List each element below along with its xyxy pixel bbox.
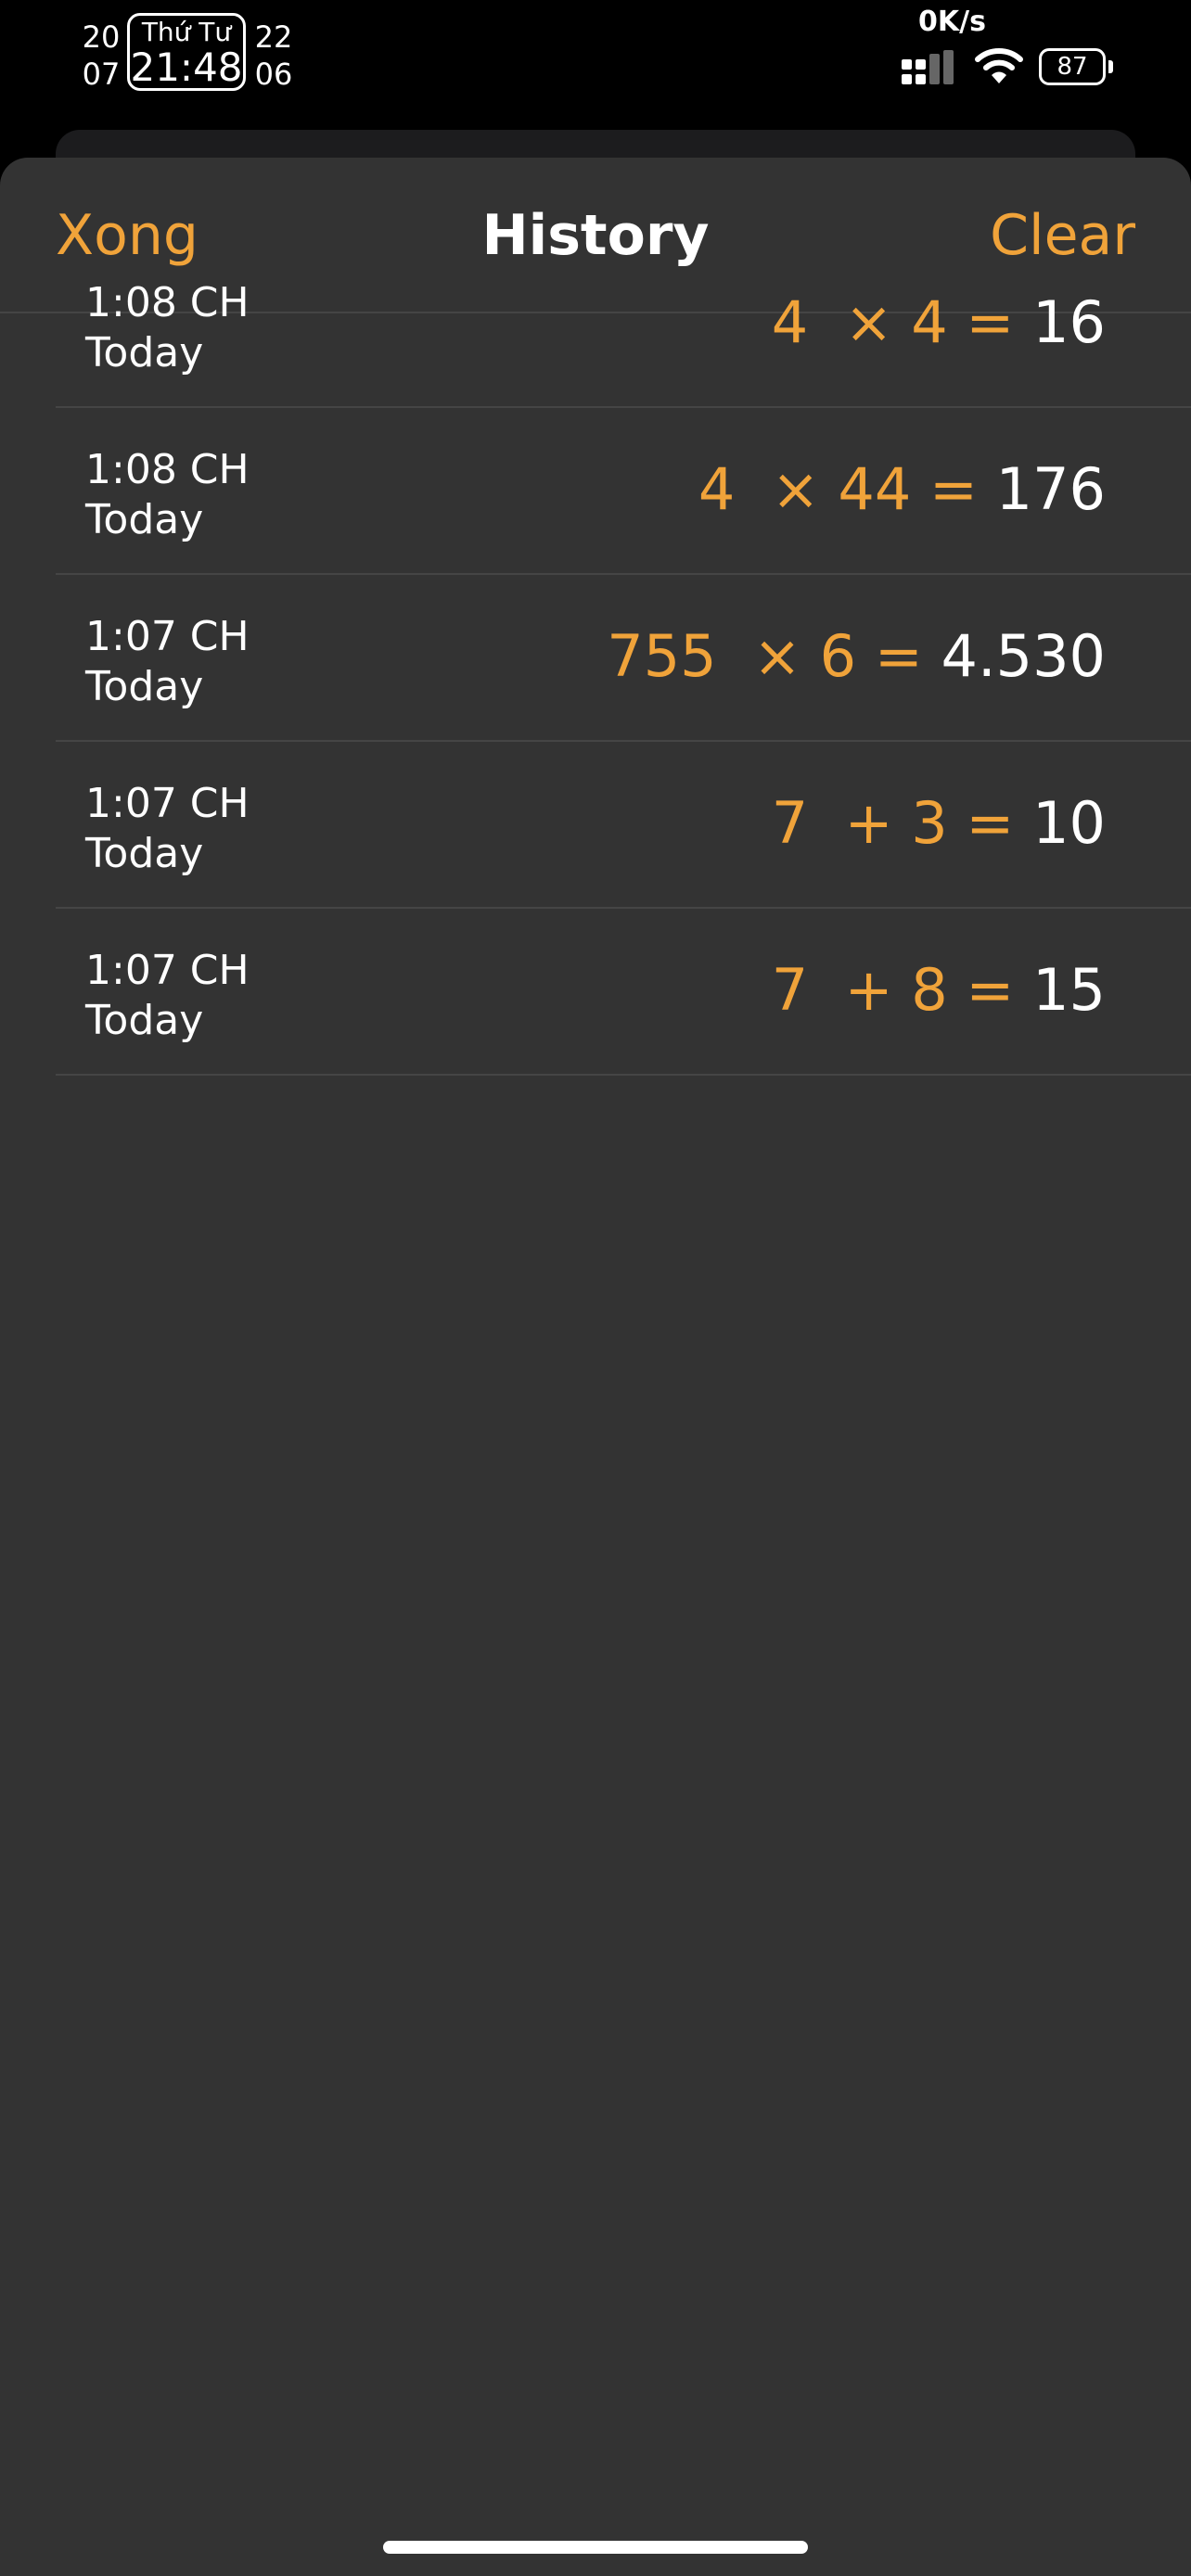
history-time: 1:07 CH (85, 613, 250, 660)
network-speed: 0K/s (918, 6, 986, 38)
status-date-right-bottom: 06 (254, 57, 293, 92)
history-time: 1:07 CH (85, 780, 250, 827)
status-weekday: Thứ Tư (141, 17, 232, 47)
history-day: Today (85, 329, 204, 376)
battery-tip (1108, 60, 1113, 73)
cellular-signal-icon (902, 50, 954, 84)
history-calculation: 7 + 8 = 15 (772, 953, 1106, 1027)
history-calculation: 4 × 44 = 176 (698, 453, 1106, 527)
history-result: 4.530 (941, 622, 1107, 690)
history-row[interactable]: 1:07 CH Today 7 + 8 = 15 (56, 909, 1191, 1076)
history-time: 1:08 CH (85, 446, 250, 493)
home-indicator[interactable] (383, 2541, 808, 2554)
history-day: Today (85, 496, 204, 543)
status-date-left-top: 20 (82, 19, 121, 55)
history-expression: 755 × 6 = (607, 622, 941, 690)
battery-icon: 87 (1039, 48, 1113, 85)
history-day: Today (85, 663, 204, 710)
status-date-right: 22 06 (252, 19, 295, 93)
status-clock: Thứ Tư 21:48 (127, 13, 246, 91)
status-date-left: 20 07 (80, 19, 122, 93)
history-row[interactable]: 1:08 CH Today 4 × 4 = 16 (56, 241, 1191, 408)
status-time: 21:48 (130, 45, 243, 90)
history-time: 1:08 CH (85, 279, 250, 326)
history-time: 1:07 CH (85, 947, 250, 994)
history-day: Today (85, 997, 204, 1044)
history-result: 15 (1032, 956, 1106, 1024)
wifi-icon (975, 48, 1023, 83)
history-calculation: 7 + 3 = 10 (772, 786, 1106, 861)
battery-level: 87 (1039, 48, 1106, 85)
history-expression: 4 × 4 = (771, 288, 1033, 356)
history-list: 1:08 CH Today 4 × 4 = 16 1:08 CH Today 4… (56, 241, 1191, 1076)
history-row[interactable]: 1:08 CH Today 4 × 44 = 176 (56, 408, 1191, 575)
status-bar: 20 07 Thứ Tư 21:48 22 06 0K/s 87 (0, 0, 1191, 139)
status-date-right-top: 22 (254, 19, 293, 55)
history-expression: 7 + 8 = (771, 956, 1033, 1024)
history-row[interactable]: 1:07 CH Today 7 + 3 = 10 (56, 742, 1191, 909)
history-result: 16 (1032, 288, 1106, 356)
history-expression: 7 + 3 = (771, 789, 1033, 857)
history-calculation: 755 × 6 = 4.530 (607, 619, 1106, 694)
history-result: 176 (995, 455, 1106, 523)
history-row[interactable]: 1:07 CH Today 755 × 6 = 4.530 (56, 575, 1191, 742)
history-day: Today (85, 830, 204, 877)
status-date-left-bottom: 07 (82, 57, 121, 92)
history-result: 10 (1032, 789, 1106, 857)
history-expression: 4 × 44 = (698, 455, 996, 523)
history-calculation: 4 × 4 = 16 (772, 286, 1106, 360)
